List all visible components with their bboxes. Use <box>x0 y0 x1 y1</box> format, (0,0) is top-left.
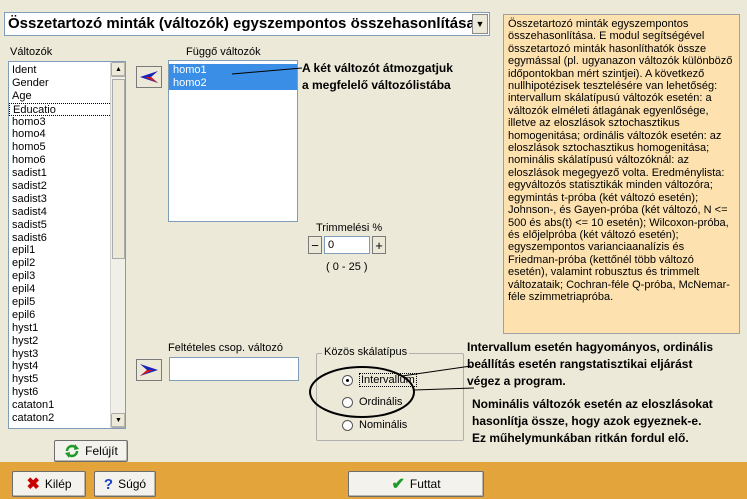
annotation-line: Intervallum esetén hagyományos, ordináli… <box>467 340 714 354</box>
list-item[interactable]: epil5 <box>9 296 112 309</box>
trim-decrement-button[interactable]: − <box>308 236 322 254</box>
run-button[interactable]: ✔ Futtat <box>348 471 484 497</box>
trim-label: Trimmelési % <box>316 222 383 234</box>
variables-list[interactable]: Ident Gender Age Educatio homo3 homo4 homo5 hom… <box>8 61 126 429</box>
dependent-label: Függő változók <box>186 46 261 58</box>
scroll-down-icon[interactable]: ▼ <box>111 413 125 428</box>
dependent-list[interactable]: homo1 homo2 <box>168 60 298 222</box>
list-item[interactable]: Ident <box>9 64 112 77</box>
list-item[interactable]: homo3 <box>9 116 112 129</box>
trim-increment-button[interactable]: + <box>372 236 386 254</box>
annotation-line: beállítás esetén rangstatisztikai eljárá… <box>467 357 693 371</box>
module-select[interactable]: Összetartozó minták (változók) egyszempo… <box>4 12 490 36</box>
module-description: Összetartozó minták egyszempontos összeh… <box>503 14 740 334</box>
list-item[interactable]: hyst3 <box>9 348 112 361</box>
list-item[interactable]: hyst6 <box>9 386 112 399</box>
variables-items: Ident Gender Age Educatio homo3 homo4 homo5 hom… <box>9 64 112 425</box>
exit-button[interactable]: ✖ Kilép <box>12 471 86 497</box>
list-item[interactable]: epil2 <box>9 257 112 270</box>
list-item[interactable]: sadist5 <box>9 219 112 232</box>
list-item[interactable]: hyst1 <box>9 322 112 335</box>
list-item[interactable]: cataton1 <box>9 399 112 412</box>
help-button[interactable]: ? Súgó <box>94 471 156 497</box>
scroll-up-icon[interactable]: ▲ <box>111 62 125 77</box>
conditional-label: Feltételes csop. változó <box>168 342 283 354</box>
annotation-line: A két változót átmozgatjuk <box>302 61 453 75</box>
module-select-value: Összetartozó minták (változók) egyszempo… <box>8 15 475 32</box>
help-label: Súgó <box>118 477 147 491</box>
list-item[interactable]: sadist2 <box>9 180 112 193</box>
close-icon: ✖ <box>26 476 40 493</box>
trim-range: ( 0 - 25 ) <box>326 261 368 273</box>
highlight-ellipse <box>309 365 475 418</box>
list-item[interactable]: sadist1 <box>9 167 112 180</box>
list-item[interactable]: Educatio <box>9 102 112 116</box>
refresh-button[interactable]: Felújít <box>54 440 128 462</box>
help-icon: ? <box>103 475 114 493</box>
list-item[interactable]: epil4 <box>9 283 112 296</box>
list-item[interactable]: epil1 <box>9 244 112 257</box>
list-item[interactable]: Age <box>9 90 112 103</box>
refresh-icon <box>65 444 80 458</box>
list-item[interactable]: Gender <box>9 77 112 90</box>
chevron-down-icon[interactable]: ▼ <box>472 14 488 34</box>
conditional-field[interactable] <box>169 357 299 381</box>
checkmark-icon: ✔ <box>391 476 405 493</box>
trim-input[interactable]: 0 <box>324 236 370 254</box>
run-label: Futtat <box>409 477 441 491</box>
variables-label: Változók <box>10 46 53 58</box>
arrow-right-icon <box>140 364 158 376</box>
plus-icon: + <box>375 237 383 253</box>
refresh-label: Felújít <box>85 444 118 458</box>
exit-label: Kilép <box>44 477 72 491</box>
move-back-button[interactable] <box>136 66 162 88</box>
variables-scrollbar[interactable]: ▲ ▼ <box>110 62 125 428</box>
list-item[interactable]: sadist3 <box>9 193 112 206</box>
list-item[interactable]: homo4 <box>9 128 112 141</box>
list-item[interactable]: sadist4 <box>9 206 112 219</box>
annotation-line: a megfelelő változólistába <box>302 78 451 92</box>
annotation-line: végez a program. <box>467 374 566 388</box>
list-item[interactable]: homo6 <box>9 154 112 167</box>
list-item[interactable]: hyst2 <box>9 335 112 348</box>
list-item[interactable]: hyst4 <box>9 360 112 373</box>
annotation-line: Nominális változók esetén az eloszlásoka… <box>472 397 713 411</box>
annotation-line: hasonlítja össze, hogy azok egyeznek-e. <box>472 414 702 428</box>
list-item[interactable]: homo5 <box>9 141 112 154</box>
annotation-pointer <box>231 67 303 75</box>
nominal-annotation: Nominális változók esetén az eloszlásoka… <box>472 396 747 447</box>
interval-annotation: Intervallum esetén hagyományos, ordináli… <box>467 339 747 390</box>
list-item[interactable]: homo2 <box>169 77 297 90</box>
annotation-line: Ez műhelymunkában ritkán fordul elő. <box>472 431 689 445</box>
scale-type-label: Közös skálatípus <box>322 346 410 358</box>
list-item[interactable]: hyst5 <box>9 373 112 386</box>
list-item[interactable]: epil6 <box>9 309 112 322</box>
list-item[interactable]: cataton2 <box>9 412 112 425</box>
list-item[interactable]: epil3 <box>9 270 112 283</box>
arrow-left-icon <box>140 71 158 83</box>
minus-icon: − <box>311 237 319 253</box>
scroll-thumb[interactable] <box>112 79 125 259</box>
move-annotation: A két változót átmozgatjuk a megfelelő v… <box>302 60 502 94</box>
list-item[interactable]: sadist6 <box>9 232 112 245</box>
move-to-conditional-button[interactable] <box>136 359 162 381</box>
